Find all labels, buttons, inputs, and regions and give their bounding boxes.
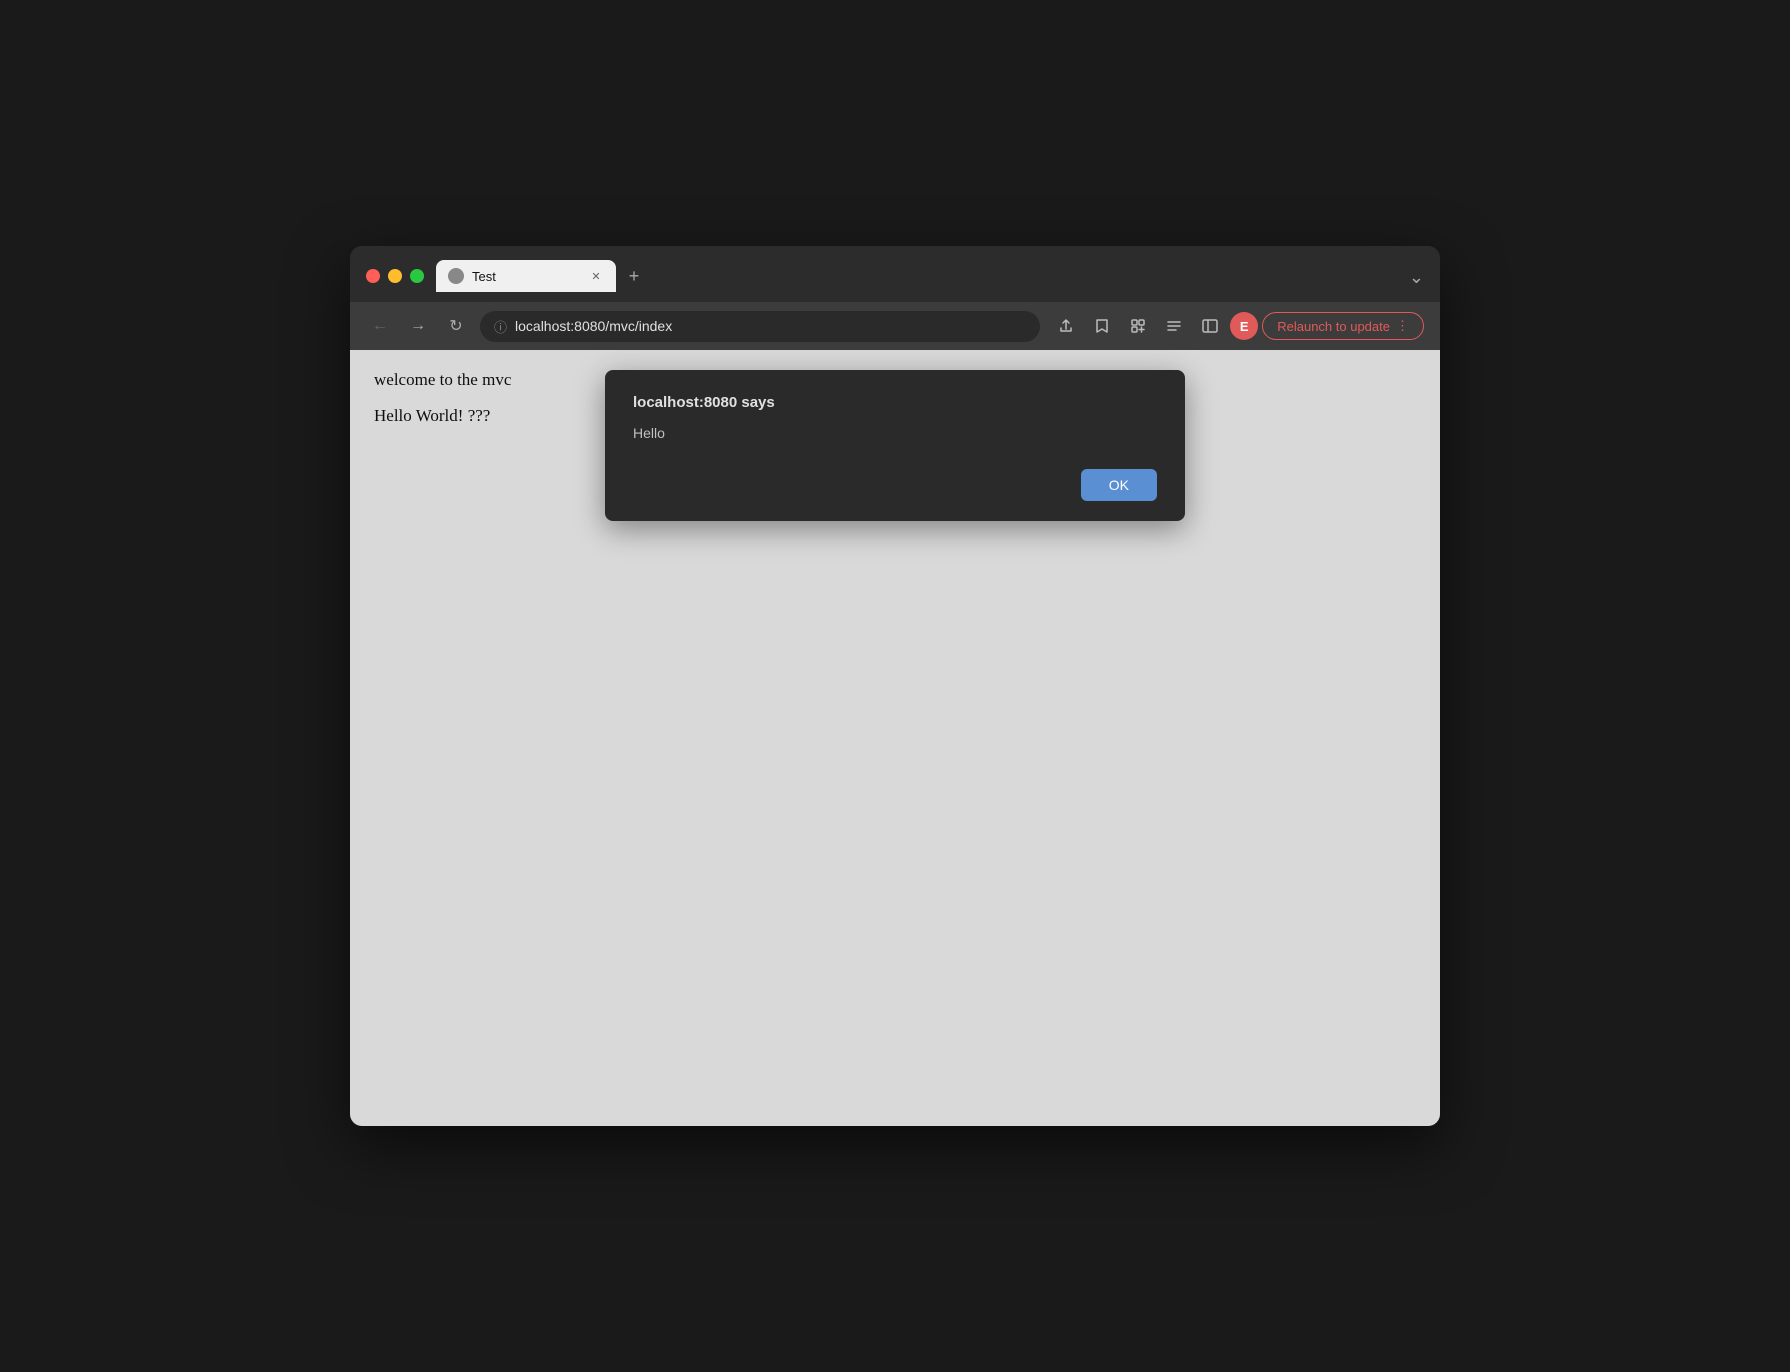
extensions-button[interactable]: [1122, 310, 1154, 342]
tab-close-button[interactable]: ✕: [588, 268, 604, 284]
dialog-title: localhost:8080 says: [633, 394, 1157, 411]
dialog-actions: OK: [633, 469, 1157, 501]
reload-button[interactable]: ↻: [442, 312, 470, 340]
toolbar-actions: E Relaunch to update ⋮: [1050, 310, 1424, 342]
dialog-overlay: localhost:8080 says Hello OK: [350, 350, 1440, 1126]
profile-button[interactable]: E: [1230, 312, 1258, 340]
tab-title: Test: [472, 269, 580, 284]
browser-window: Test ✕ + ⌄ ← → ↻ ⓘ localhost:8080/mvc/in…: [350, 246, 1440, 1126]
title-bar: Test ✕ + ⌄: [350, 246, 1440, 302]
relaunch-button[interactable]: Relaunch to update ⋮: [1262, 312, 1424, 340]
address-bar[interactable]: ⓘ localhost:8080/mvc/index: [480, 311, 1040, 342]
url-display: localhost:8080/mvc/index: [515, 318, 1026, 334]
new-tab-button[interactable]: +: [620, 262, 648, 290]
forward-button[interactable]: →: [404, 312, 432, 340]
traffic-lights: [366, 269, 424, 283]
page-content: welcome to the mvc Hello World! ??? loca…: [350, 350, 1440, 1126]
dialog-message: Hello: [633, 425, 1157, 441]
relaunch-more-icon: ⋮: [1396, 318, 1409, 334]
maximize-button[interactable]: [410, 269, 424, 283]
relaunch-label: Relaunch to update: [1277, 319, 1390, 334]
close-button[interactable]: [366, 269, 380, 283]
back-button[interactable]: ←: [366, 312, 394, 340]
tab-dropdown-button[interactable]: ⌄: [1409, 267, 1424, 288]
active-tab[interactable]: Test ✕: [436, 260, 616, 292]
minimize-button[interactable]: [388, 269, 402, 283]
alert-dialog: localhost:8080 says Hello OK: [605, 370, 1185, 521]
security-icon: ⓘ: [494, 317, 507, 336]
reading-list-button[interactable]: [1158, 310, 1190, 342]
dialog-ok-button[interactable]: OK: [1081, 469, 1157, 501]
bookmark-button[interactable]: [1086, 310, 1118, 342]
share-button[interactable]: [1050, 310, 1082, 342]
tab-favicon: [448, 268, 464, 284]
address-bar-row: ← → ↻ ⓘ localhost:8080/mvc/index: [350, 302, 1440, 350]
sidebar-button[interactable]: [1194, 310, 1226, 342]
tabs-row: Test ✕ + ⌄: [436, 260, 1424, 292]
